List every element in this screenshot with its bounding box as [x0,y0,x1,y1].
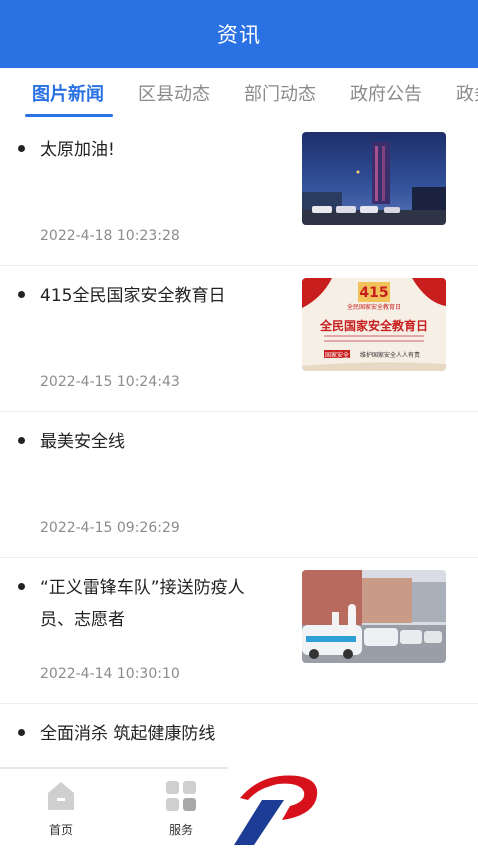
news-date: 2022-4-18 10:23:28 [40,228,180,244]
grid-icon [166,781,196,811]
news-thumbnail[interactable]: 415 全民国家安全教育日 全民国家安全教育日 国家安全 维护国家安全人人有责 [302,278,446,371]
poster-footer-text: 维护国家安全人人有责 [360,351,420,359]
home-icon [48,782,74,810]
news-thumbnail[interactable] [302,132,446,225]
bullet-dot [18,145,25,152]
bullet-dot [18,729,25,736]
poster-footer-tag: 国家安全 [325,351,349,359]
nav-home[interactable]: 首页 [31,779,91,838]
news-date: 2022-4-14 10:30:10 [40,666,180,682]
tab-department-news[interactable]: 部门动态 [244,80,316,106]
news-item[interactable]: “正义雷锋车队”接送防疫人员、志愿者 2022-4-14 10:30:10 [0,558,478,704]
poster-heading: 全民国家安全教育日 [319,318,428,333]
tab-picture-news[interactable]: 图片新闻 [32,80,104,106]
news-date: 2022-4-15 09:26:29 [40,520,180,536]
news-list: 太原加油! 2022-4-18 10:23:28 415全民国家安全教育日 20… [0,120,478,850]
news-thumbnail[interactable] [302,570,446,663]
news-title: 全面消杀 筑起健康防线 [40,724,216,744]
page-title: 资讯 [217,23,261,47]
news-title: 415全民国家安全教育日 [40,286,226,306]
bullet-dot [18,291,25,298]
nav-services-label: 服务 [168,823,193,837]
bullet-dot [18,437,25,444]
tab-district-news[interactable]: 区县动态 [138,80,210,106]
tab-government-affairs[interactable]: 政务 [456,80,478,106]
poster-badge: 415 [359,285,388,301]
bottom-nav-divider [0,767,228,769]
bullet-dot [18,583,25,590]
brand-logo [234,775,318,845]
news-title: 最美安全线 [40,432,125,452]
news-date: 2022-4-15 10:24:43 [40,374,180,390]
news-item[interactable]: 太原加油! 2022-4-18 10:23:28 [0,120,478,266]
tab-government-notice[interactable]: 政府公告 [350,80,422,106]
app-header: 资讯 [0,0,478,68]
news-title: 太原加油! [40,140,115,160]
nav-home-label: 首页 [48,823,73,837]
news-item[interactable]: 最美安全线 2022-4-15 09:26:29 [0,412,478,558]
active-tab-indicator [25,114,113,117]
poster-subtitle: 全民国家安全教育日 [347,303,401,311]
news-title: “正义雷锋车队”接送防疫人员、志愿者 [40,578,245,630]
tab-bar: 图片新闻 区县动态 部门动态 政府公告 政务 [0,68,478,120]
nav-services[interactable]: 服务 [151,779,211,838]
news-item[interactable]: 415全民国家安全教育日 2022-4-15 10:24:43 415 全民国家… [0,266,478,412]
